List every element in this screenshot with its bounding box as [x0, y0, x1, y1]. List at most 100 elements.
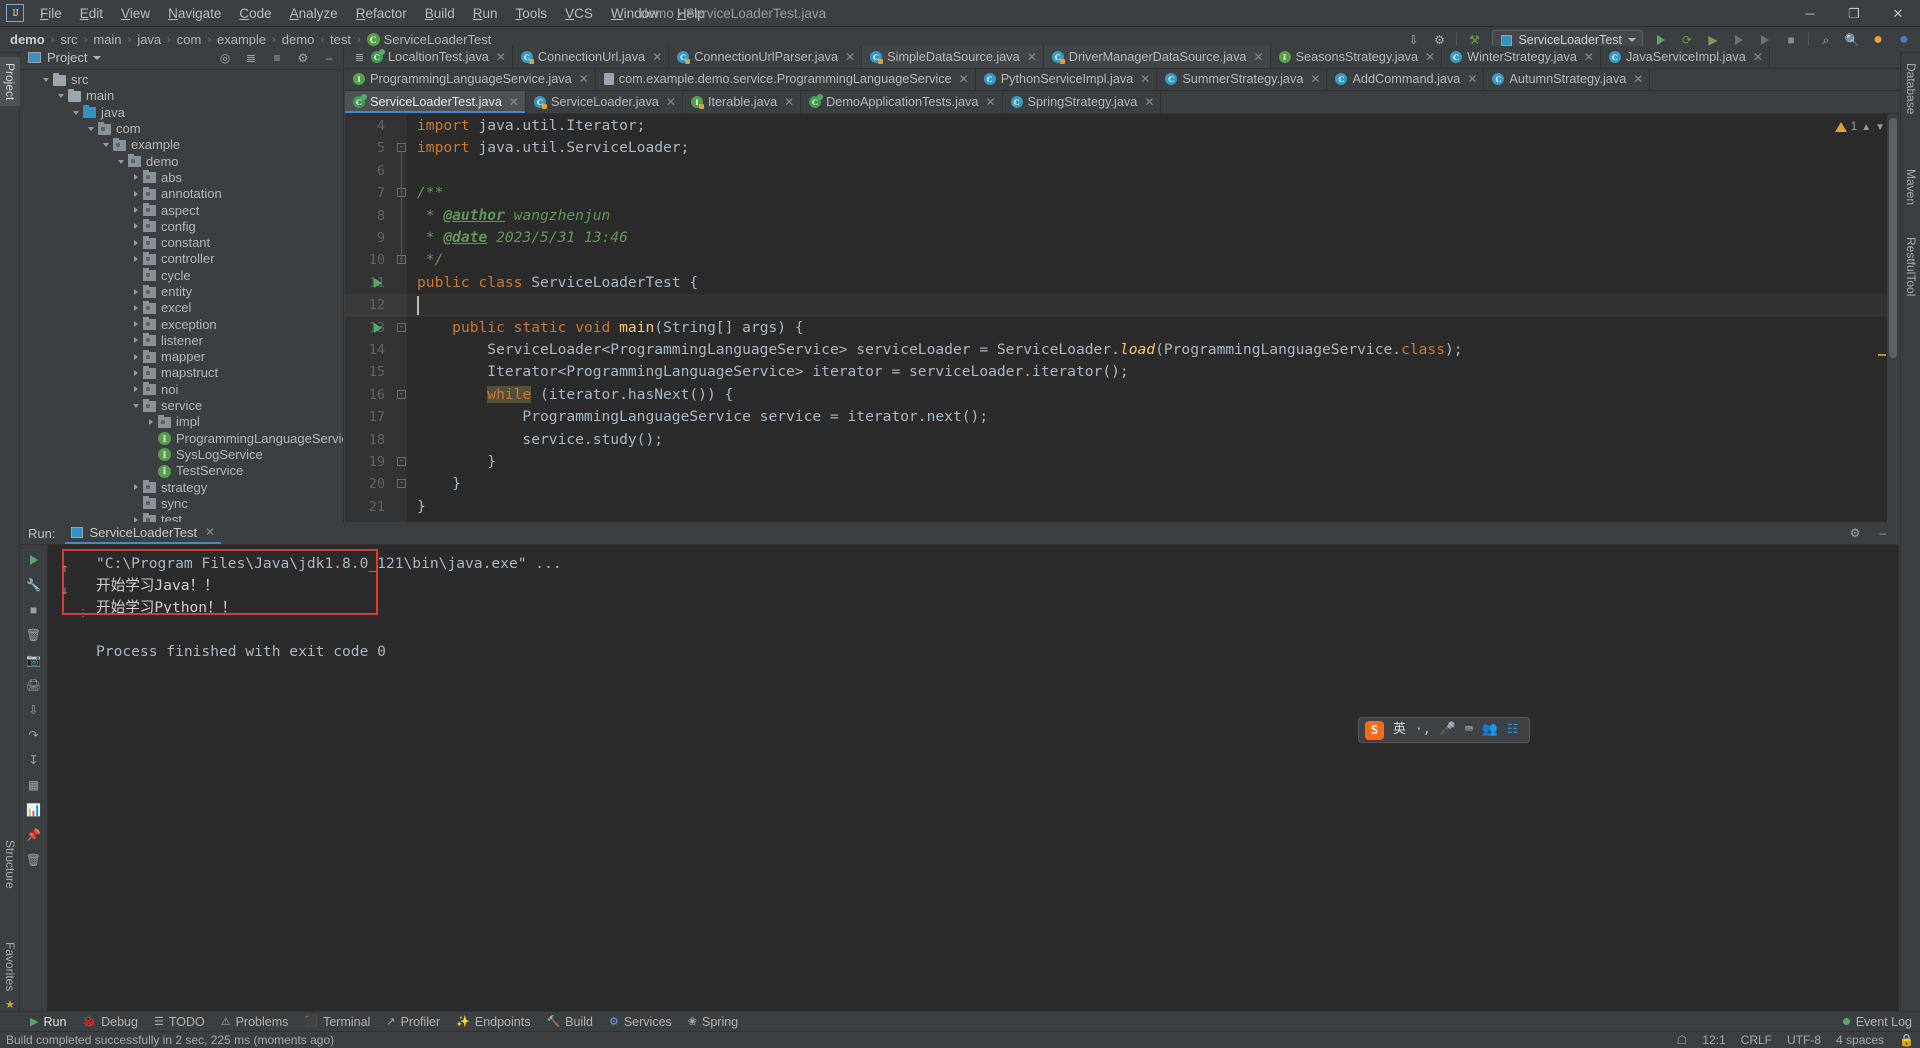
close-icon[interactable]: ✕ [205, 525, 215, 539]
close-icon[interactable]: ✕ [1584, 50, 1594, 64]
chevron-down-icon[interactable] [101, 140, 112, 151]
tree-node-excel[interactable]: excel [20, 300, 343, 316]
chevron-right-icon[interactable] [131, 352, 142, 363]
menu-view[interactable]: View [112, 2, 159, 25]
menu-tools[interactable]: Tools [507, 2, 557, 25]
editor-tab-seasonsstrategy-java[interactable]: I SeasonsStrategy.java ✕ [1270, 46, 1443, 68]
bottom-tab-endpoints[interactable]: ✨ Endpoints [448, 1013, 538, 1031]
tree-node-constant[interactable]: constant [20, 235, 343, 251]
stripe-tab-project[interactable]: Project [0, 57, 20, 107]
ime-user-icon[interactable]: 👥 [1482, 719, 1498, 741]
editor-tab-addcommand-java[interactable]: C AddCommand.java ✕ [1327, 68, 1485, 90]
run-settings-gear-icon[interactable]: ⚙ [1845, 523, 1865, 543]
editor-tab-pythonserviceimpl-java[interactable]: C PythonServiceImpl.java ✕ [975, 68, 1158, 90]
fold-toggle-icon[interactable]: - [397, 457, 406, 466]
breadcrumb-item-serviceloadertest[interactable]: C ServiceLoaderTest [365, 32, 494, 47]
stripe-tab-restfultool[interactable]: RestfulTool [1901, 231, 1920, 302]
bottom-tab-build[interactable]: 🔨 Build [538, 1013, 601, 1031]
tree-node-syslogservice[interactable]: I SysLogService [20, 447, 343, 463]
tree-node-demo[interactable]: demo [20, 153, 343, 169]
tree-node-listener[interactable]: listener [20, 333, 343, 349]
breadcrumb-item-demo[interactable]: demo [8, 32, 47, 47]
chevron-right-icon[interactable] [131, 515, 142, 522]
tree-node-main[interactable]: main [20, 88, 343, 104]
tree-node-impl[interactable]: impl [20, 414, 343, 430]
menu-build[interactable]: Build [416, 2, 464, 25]
prev-problem-icon[interactable]: ▲ [1861, 122, 1871, 133]
fold-toggle-icon[interactable]: - [397, 479, 406, 489]
chevron-right-icon[interactable] [131, 205, 142, 216]
editor-tab-springstrategy-java[interactable]: C SpringStrategy.java ✕ [1002, 91, 1162, 113]
breadcrumb-item-main[interactable]: main [91, 32, 123, 47]
project-settings-gear-icon[interactable]: ⚙ [293, 48, 313, 68]
close-icon[interactable]: ✕ [496, 50, 506, 64]
sogou-logo-icon[interactable]: S [1365, 720, 1384, 740]
editor-tab-winterstrategy-java[interactable]: C WinterStrategy.java ✕ [1442, 46, 1601, 68]
grid-icon[interactable]: ▦ [23, 774, 45, 796]
chevron-right-icon[interactable] [131, 172, 142, 183]
tree-node-entity[interactable]: entity [20, 284, 343, 300]
chevron-right-icon[interactable] [131, 254, 142, 265]
delete-icon[interactable]: 🗑 [23, 849, 45, 871]
caret-position[interactable]: 12:1 [1702, 1033, 1725, 1047]
next-problem-icon[interactable]: ▼ [1875, 122, 1885, 133]
close-icon[interactable]: ✕ [1310, 72, 1320, 86]
menu-code[interactable]: Code [230, 2, 280, 25]
bottom-tab-profiler[interactable]: ↗ Profiler [378, 1013, 448, 1031]
git-branch-icon[interactable]: ☖ [1677, 1033, 1688, 1047]
editor-marker-column[interactable] [1887, 114, 1899, 522]
editor-code-area[interactable]: import java.util.Iterator; import java.ut… [407, 114, 1899, 522]
close-icon[interactable]: ✕ [1140, 72, 1150, 86]
soft-wrap-icon[interactable]: ↷ [23, 724, 45, 746]
chevron-right-icon[interactable] [131, 287, 142, 298]
tree-node-mapstruct[interactable]: mapstruct [20, 365, 343, 381]
breadcrumb-item-demo[interactable]: demo [280, 32, 317, 47]
editor-tab-connectionurl-java[interactable]: C ConnectionUrl.java ✕ [512, 46, 670, 68]
console-down-arrow-icon[interactable]: ↓ [54, 579, 76, 601]
chevron-right-icon[interactable] [131, 189, 142, 200]
tree-node-annotation[interactable]: annotation [20, 186, 343, 202]
line-separator[interactable]: CRLF [1741, 1033, 1772, 1047]
bottom-tab-problems[interactable]: ⚠ Problems [213, 1013, 297, 1031]
run-console-output[interactable]: "C:\Program Files\Java\jdk1.8.0_121\bin\… [48, 545, 1899, 1015]
tree-node-mapper[interactable]: mapper [20, 349, 343, 365]
stripe-tab-favorites[interactable]: Favorites [0, 936, 20, 997]
rerun-icon[interactable] [23, 549, 45, 571]
collapse-all-icon[interactable]: ≣ [241, 48, 261, 68]
close-icon[interactable]: ✕ [1467, 72, 1477, 86]
editor-tab-iterable-java[interactable]: I Iterable.java ✕ [682, 91, 802, 113]
ime-punctuation-icon[interactable]: ·, [1415, 719, 1431, 741]
bottom-tab-todo[interactable]: ☰ TODO [146, 1013, 213, 1031]
editor-tab-serviceloader-java[interactable]: C ServiceLoader.java ✕ [525, 91, 683, 113]
tree-node-test[interactable]: test [20, 512, 343, 522]
wrench-icon[interactable]: 🔧 [23, 574, 45, 596]
tree-node-cycle[interactable]: cycle [20, 268, 343, 284]
close-icon[interactable]: ✕ [1753, 50, 1763, 64]
tree-node-aspect[interactable]: aspect [20, 202, 343, 218]
chevron-right-icon[interactable] [146, 417, 157, 428]
minimize-button[interactable]: ─ [1788, 0, 1832, 27]
close-icon[interactable]: ✕ [784, 95, 794, 109]
breadcrumb-item-src[interactable]: src [58, 32, 79, 47]
file-encoding[interactable]: UTF-8 [1787, 1033, 1821, 1047]
pin-icon[interactable]: 📌 [23, 824, 45, 846]
tree-node-sync[interactable]: sync [20, 496, 343, 512]
breadcrumb-item-java[interactable]: java [135, 32, 163, 47]
close-icon[interactable]: ✕ [1144, 95, 1154, 109]
tree-node-abs[interactable]: abs [20, 170, 343, 186]
editor-tab-com-example-demo-service-programminglanguageservice[interactable]: com.example.demo.service.ProgrammingLang… [595, 68, 976, 90]
close-icon[interactable]: ✕ [652, 50, 662, 64]
ime-mode-label[interactable]: 英 [1393, 719, 1406, 741]
input-method-toolbar[interactable]: S 英 ·, 🎤 ⌨ 👥 ☷ [1358, 717, 1530, 743]
chevron-down-icon[interactable] [86, 124, 97, 135]
editor-tab-localtiontest-java[interactable]: C LocaltionTest.java ✕ [363, 46, 513, 68]
tree-node-com[interactable]: com [20, 121, 343, 137]
download-icon[interactable]: ⇩ [23, 699, 45, 721]
editor-vertical-scrollbar[interactable] [1889, 118, 1897, 358]
scroll-from-source-icon[interactable]: ◎ [215, 48, 235, 68]
chevron-right-icon[interactable] [131, 482, 142, 493]
close-icon[interactable]: ✕ [579, 72, 589, 86]
chevron-right-icon[interactable] [131, 384, 142, 395]
close-icon[interactable]: ✕ [1425, 50, 1435, 64]
editor-tab-autumnstrategy-java[interactable]: C AutumnStrategy.java ✕ [1484, 68, 1651, 90]
